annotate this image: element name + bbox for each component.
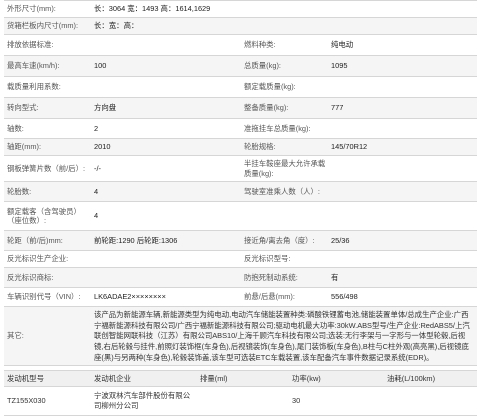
row-axles: 轴数: 2 准拖挂车总质量(kg): [4, 119, 477, 139]
reflect-label: 反光标识生产企业: [7, 254, 69, 264]
row-steering: 转向型式: 方向盘 整备质量(kg): 777 [4, 98, 477, 119]
engine-fuel-cell [387, 387, 475, 415]
spec-table: 外形尺寸(mm): 长：3064 宽：1493 高：1614,1629 货箱栏板… [4, 0, 477, 366]
reflect-brand-value [331, 251, 476, 267]
track-label: 轮距（前/后)mm: [7, 235, 63, 245]
row-passengers: 额定载客（含驾驶员）（座位数）: 4 [4, 202, 477, 231]
wheelbase-label: 轴距(mm): [7, 142, 42, 152]
axles-label: 轴数: [7, 123, 24, 133]
row-remarks: 其它: 该产品为新能源车辆,新能源类型为纯电动,电动汽车储能装置种类:磷酸铁锂蓄… [4, 307, 477, 366]
tire-label: 轮胎规格: [244, 142, 276, 152]
fuel-type-label: 燃料种类: [244, 40, 276, 50]
engine-col-power: 功率(kw) [292, 373, 321, 383]
remarks-value: 该产品为新能源车辆,新能源类型为纯电动,电动汽车储能装置种类:磷酸铁锂蓄电池,储… [94, 310, 470, 362]
engine-header-row: 发动机型号 发动机企业 排量(ml) 功率(kw) 油耗(L/100km) [4, 370, 477, 387]
row-wheelbase: 轴距(mm): 2010 轮胎规格: 145/70R12 [4, 139, 477, 156]
row-springs: 钢板弹簧片数（前/后）: -/- 半挂车鞍座最大允许承载质量(kg): [4, 156, 477, 182]
abs-label: 防抱死制动系统: [244, 272, 298, 282]
max-speed-value: 100 [94, 61, 107, 71]
row-track: 轮距（前/后)mm: 前轮距:1290 后轮距:1306 接近角/离去角（度）:… [4, 231, 477, 251]
approach-value: 25/36 [331, 235, 350, 245]
overhang-label: 前悬/后悬(mm): [244, 292, 295, 302]
engine-displacement-cell [200, 387, 285, 415]
curb-mass-label: 整备质量(kg): [244, 103, 289, 113]
row-speed: 最高车速(km/h): 100 总质量(kg): 1095 [4, 56, 477, 77]
abs-value: 有 [331, 272, 339, 282]
tire-value: 145/70R12 [331, 142, 368, 152]
vehicle-spec-page: 外形尺寸(mm): 长：3064 宽：1493 高：1614,1629 货箱栏板… [0, 0, 480, 418]
springs-value: -/- [94, 163, 101, 173]
reflect-model-label: 反光标识商标: [7, 272, 54, 282]
engine-col-fuel: 油耗(L/100km) [387, 373, 436, 383]
reflect-value [94, 251, 244, 267]
table-row: TZ155X030 宁波双林汽车部件股份有限公司柳州分公司 30 [4, 387, 477, 416]
curb-mass-value: 777 [331, 103, 344, 113]
row-tire-count: 轮胎数: 4 驾驶室准乘人数（人）: [4, 182, 477, 202]
overhang-value: 556/498 [331, 292, 358, 302]
row-reflect: 反光标识生产企业: 反光标识型号: [4, 251, 477, 268]
rated-load-value [331, 77, 476, 97]
total-mass-label: 总质量(kg): [244, 61, 281, 71]
row-dimensions: 外形尺寸(mm): 长：3064 宽：1493 高：1614,1629 [4, 1, 477, 18]
row-reflect-2: 反光标识商标: 防抱死制动系统: 有 [4, 268, 477, 288]
passengers-value: 4 [94, 211, 99, 221]
springs-label: 钢板弹簧片数（前/后）: [7, 163, 86, 173]
cargo-value: 长：宽：高： [94, 21, 139, 31]
dims-value: 长：3064 宽：1493 高：1614,1629 [94, 4, 211, 14]
reflect-model-value [94, 268, 244, 287]
approach-label: 接近角/离去角（度）: [244, 235, 315, 245]
engine-col-displacement: 排量(ml) [200, 373, 228, 383]
row-emission: 排放依据标准: 燃料种类: 纯电动 [4, 35, 477, 56]
engine-col-model: 发动机型号 [7, 373, 44, 383]
rated-load-label: 额定载质量(kg): [244, 82, 296, 92]
emission-value [94, 35, 244, 55]
reflect-brand-label: 反光标识型号: [244, 254, 291, 264]
wheelbase-value: 2010 [94, 142, 111, 152]
emission-label: 排放依据标准: [7, 40, 54, 50]
steering-label: 转向型式: [7, 103, 39, 113]
cab-pass-label: 驾驶室准乘人数（人）: [244, 186, 320, 196]
dims-label: 外形尺寸(mm): [7, 4, 56, 14]
engine-power-cell: 30 [292, 396, 301, 406]
total-mass-value: 1095 [331, 61, 348, 71]
axles-value: 2 [94, 123, 99, 133]
track-value: 前轮距:1290 后轮距:1306 [94, 235, 178, 245]
tire-count-label: 轮胎数: [7, 186, 32, 196]
saddle-label: 半挂车鞍座最大允许承载质量(kg): [244, 159, 326, 178]
saddle-value [331, 156, 476, 181]
remarks-label: 其它: [7, 331, 24, 341]
load-util-label: 载质量利用系数: [7, 82, 61, 92]
engine-model-cell: TZ155X030 [7, 396, 46, 406]
steering-value: 方向盘 [94, 103, 117, 113]
cargo-label: 货箱栏板内尺寸(mm): [7, 21, 79, 31]
row-vin: 车辆识别代号（VIN）: LK6ADAE2×××××××× 前悬/后悬(mm):… [4, 288, 477, 307]
tire-count-value: 4 [94, 186, 99, 196]
vin-label: 车辆识别代号（VIN）: [7, 292, 81, 302]
max-speed-label: 最高车速(km/h): [7, 61, 60, 71]
cab-pass-value [331, 182, 476, 201]
fuel-type-value: 纯电动 [331, 40, 354, 50]
row-load: 载质量利用系数: 额定载质量(kg): [4, 77, 477, 98]
passengers-label: 额定载客（含驾驶员）（座位数）: [7, 206, 81, 225]
load-util-value [94, 77, 244, 97]
trailer-mass-value [331, 119, 476, 138]
vin-value: LK6ADAE2×××××××× [94, 292, 166, 302]
engine-maker-cell: 宁波双林汽车部件股份有限公司柳州分公司 [94, 391, 191, 410]
engine-col-maker: 发动机企业 [94, 373, 131, 383]
trailer-mass-label: 准拖挂车总质量(kg): [244, 123, 311, 133]
row-cargo: 货箱栏板内尺寸(mm): 长：宽：高： [4, 18, 477, 35]
